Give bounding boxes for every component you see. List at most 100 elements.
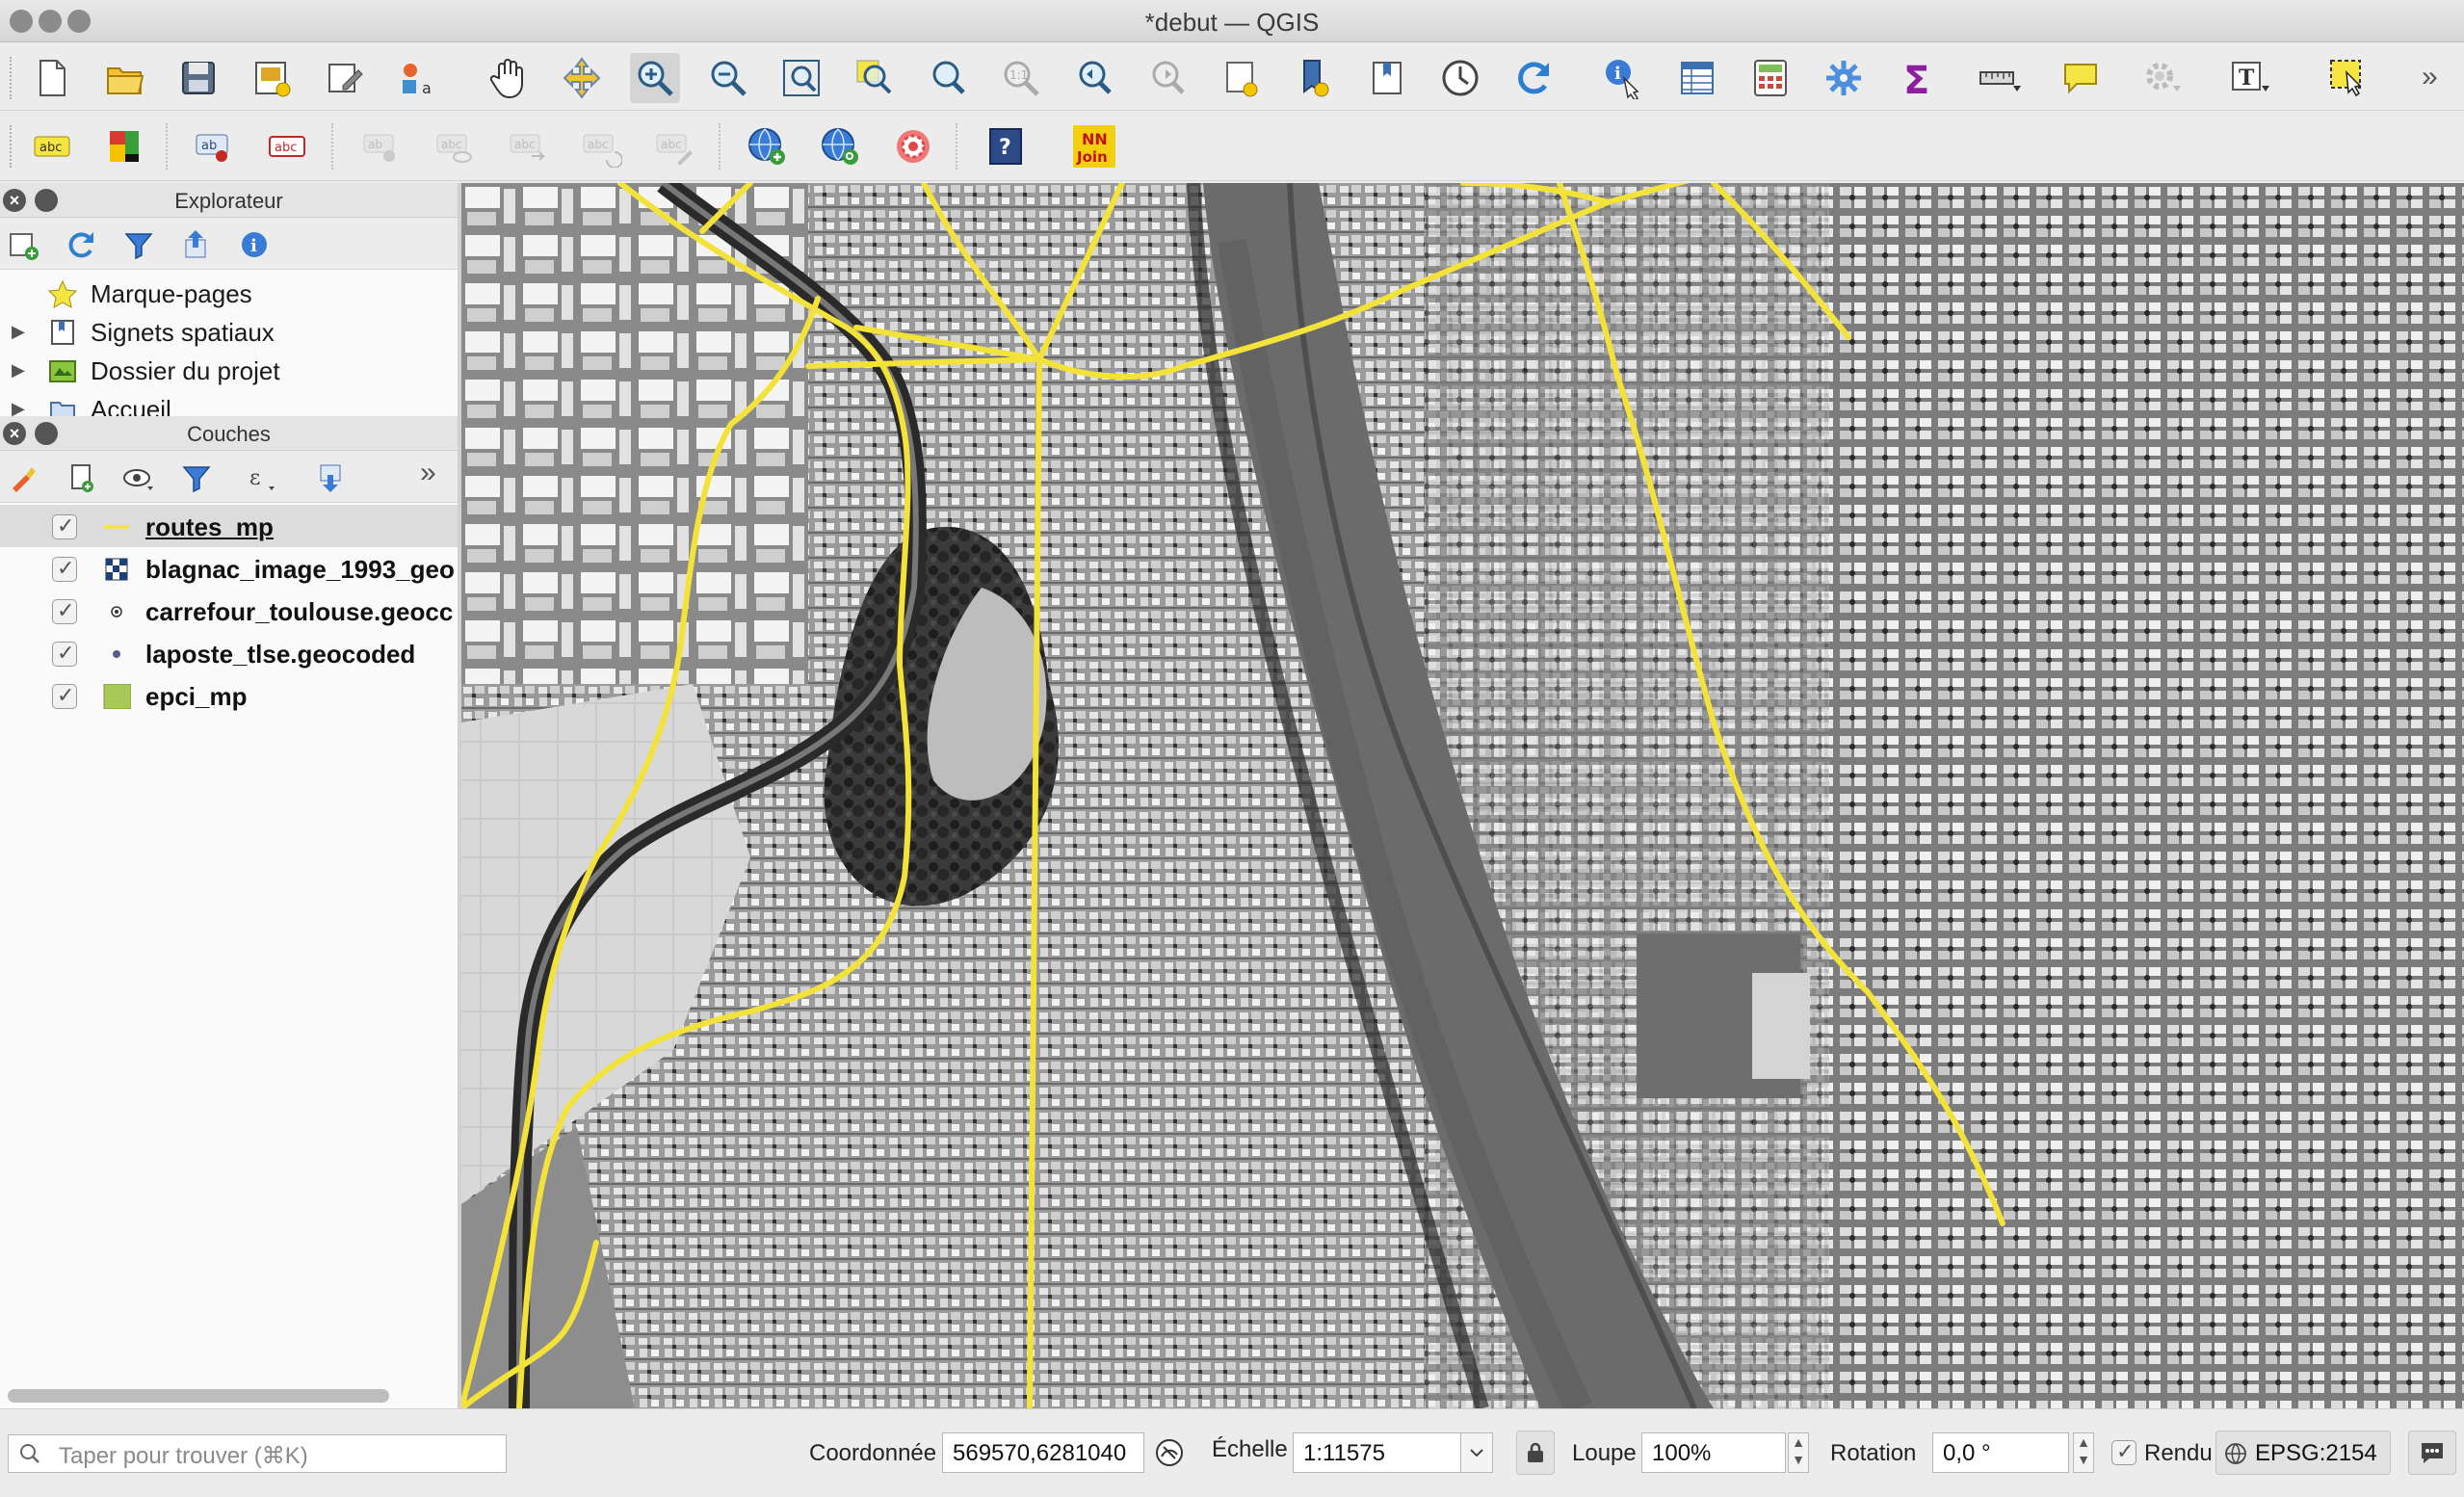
layer-name: routes_mp [145,512,274,541]
toolbar-separator [331,123,333,170]
collapse-all-icon[interactable] [177,225,216,264]
rotation-spinner[interactable]: ▲ ▼ [2073,1432,2094,1473]
locator-search-input[interactable]: Taper pour trouver (⌘K) [8,1434,507,1473]
zoom-to-layer-icon[interactable] [923,53,973,103]
label-toolbar: abc ab abc ab abc abc abc abc ? NN Join [0,112,2464,181]
layer-visibility-checkbox[interactable] [52,556,77,582]
measure-line-icon[interactable] [1975,53,2025,103]
field-calculator-icon[interactable] [1745,53,1796,103]
toggle-extents-icon[interactable] [1150,1431,1189,1475]
temporal-controller-icon[interactable] [1435,53,1485,103]
layer-laposte-tlse[interactable]: laposte_tlse.geocoded [0,632,458,674]
diagram-icon[interactable] [100,121,150,171]
identify-icon[interactable]: i [1599,53,1649,103]
scale-field[interactable]: 1:11575 [1293,1432,1468,1473]
toolbar-grip[interactable] [10,125,15,168]
layer-blagnac-image[interactable]: blagnac_image_1993_geo [0,547,458,590]
pin-labels-icon[interactable]: ab [189,121,239,171]
new-print-layout-icon[interactable] [247,53,297,103]
new-project-icon[interactable] [27,53,77,103]
processing-toolbox-icon[interactable] [1819,53,1869,103]
layer-epci-mp[interactable]: epci_mp [0,674,458,717]
select-features-icon[interactable] [2323,53,2373,103]
magnifier-spinner[interactable]: ▲ ▼ [1788,1432,1809,1473]
save-project-icon[interactable] [173,53,223,103]
layer-visibility-checkbox[interactable] [52,641,77,667]
magnifier-field[interactable]: 100% [1641,1432,1786,1473]
scale-dropdown-button[interactable] [1460,1432,1493,1473]
layer-visibility-checkbox[interactable] [52,598,77,624]
render-checkbox[interactable] [2111,1439,2136,1465]
refresh-icon[interactable] [1508,53,1559,103]
preview-labels-icon[interactable]: abc [430,121,480,171]
new-spatial-bookmark-icon[interactable] [1216,53,1266,103]
text-annotation-icon[interactable]: T [2225,53,2275,103]
zoom-in-icon[interactable] [630,53,680,103]
coordinate-field[interactable]: 569570,6281040 [942,1432,1144,1473]
filter-legend-icon[interactable] [177,459,216,497]
zoom-next-icon[interactable] [1142,53,1193,103]
zoom-last-icon[interactable] [1069,53,1119,103]
expand-arrow-icon[interactable]: ▶ [12,322,25,342]
show-hide-labels-icon[interactable]: ab [356,121,406,171]
line-layer-icon [104,525,129,529]
toolbar-overflow-icon[interactable]: » [2422,61,2438,93]
geocode-search-icon[interactable] [815,121,865,171]
zoom-to-selection-icon[interactable] [850,53,900,103]
style-manager-icon[interactable] [320,53,370,103]
python-console-icon[interactable]: a [393,53,443,103]
manage-visibility-icon[interactable] [119,459,158,497]
crs-button[interactable]: EPSG:2154 [2215,1431,2391,1475]
explorer-item-accueil[interactable]: ▶ Accueil [0,389,443,416]
statistical-summary-icon[interactable]: Σ [1892,53,1942,103]
layer-carrefour-toulouse[interactable]: carrefour_toulouse.geocc [0,590,458,632]
geocode-add-icon[interactable] [742,121,792,171]
pan-to-selection-icon[interactable] [557,53,607,103]
explorer-item-dossier-du-projet[interactable]: ▶ Dossier du projet [0,351,443,389]
add-layer-icon[interactable] [4,225,42,264]
expand-all-icon[interactable] [312,459,351,497]
move-label-icon[interactable]: abc [503,121,553,171]
filter-expression-icon[interactable]: ε [243,459,281,497]
messages-button[interactable] [2408,1431,2456,1475]
highlight-labels-icon[interactable]: abc [262,121,312,171]
nn-target-icon[interactable] [888,121,938,171]
pan-map-icon[interactable] [484,53,534,103]
layer-visibility-checkbox[interactable] [52,513,77,539]
layer-styling-icon[interactable] [4,459,42,497]
zoom-native-icon[interactable]: 1:1 [996,53,1046,103]
toolbar-overflow-icon[interactable]: » [420,457,436,489]
map-canvas[interactable] [461,183,2464,1408]
rotate-label-icon[interactable]: abc [576,121,626,171]
open-project-icon[interactable] [100,53,150,103]
svg-text:ab: ab [201,139,217,153]
layers-horizontal-scrollbar[interactable] [8,1389,389,1403]
info-icon[interactable]: i [235,225,274,264]
svg-text:abc: abc [275,141,297,155]
layer-routes-mp[interactable]: routes_mp [0,505,458,547]
show-bookmarks-icon[interactable] [1289,53,1339,103]
zoom-out-icon[interactable] [703,53,753,103]
expand-arrow-icon[interactable]: ▶ [12,360,25,381]
lock-scale-button[interactable] [1516,1431,1555,1475]
toolbar-grip[interactable] [10,57,15,99]
explorer-item-signets-spatiaux[interactable]: ▶ Signets spatiaux [0,312,443,351]
layer-visibility-checkbox[interactable] [52,683,77,709]
attribute-table-icon[interactable] [1672,53,1722,103]
plugin-settings-icon[interactable] [2136,53,2187,103]
explorer-item-marque-pages[interactable]: Marque-pages [0,274,443,312]
rotation-field[interactable]: 0,0 ° [1932,1432,2069,1473]
layer-name: carrefour_toulouse.geocc [145,597,454,626]
zoom-full-icon[interactable] [776,53,826,103]
label-layer-icon[interactable]: abc [27,121,77,171]
layer-name: epci_mp [145,682,248,711]
change-label-icon[interactable]: abc [649,121,699,171]
expand-arrow-icon[interactable]: ▶ [12,399,25,416]
nn-join-icon[interactable]: NN Join [1069,121,1119,171]
map-tips-icon[interactable] [2056,53,2106,103]
filter-icon[interactable] [119,225,158,264]
spatial-bookmarks-panel-icon[interactable] [1362,53,1412,103]
help-icon[interactable]: ? [981,121,1031,171]
add-group-icon[interactable] [62,459,100,497]
refresh-icon[interactable] [62,225,100,264]
